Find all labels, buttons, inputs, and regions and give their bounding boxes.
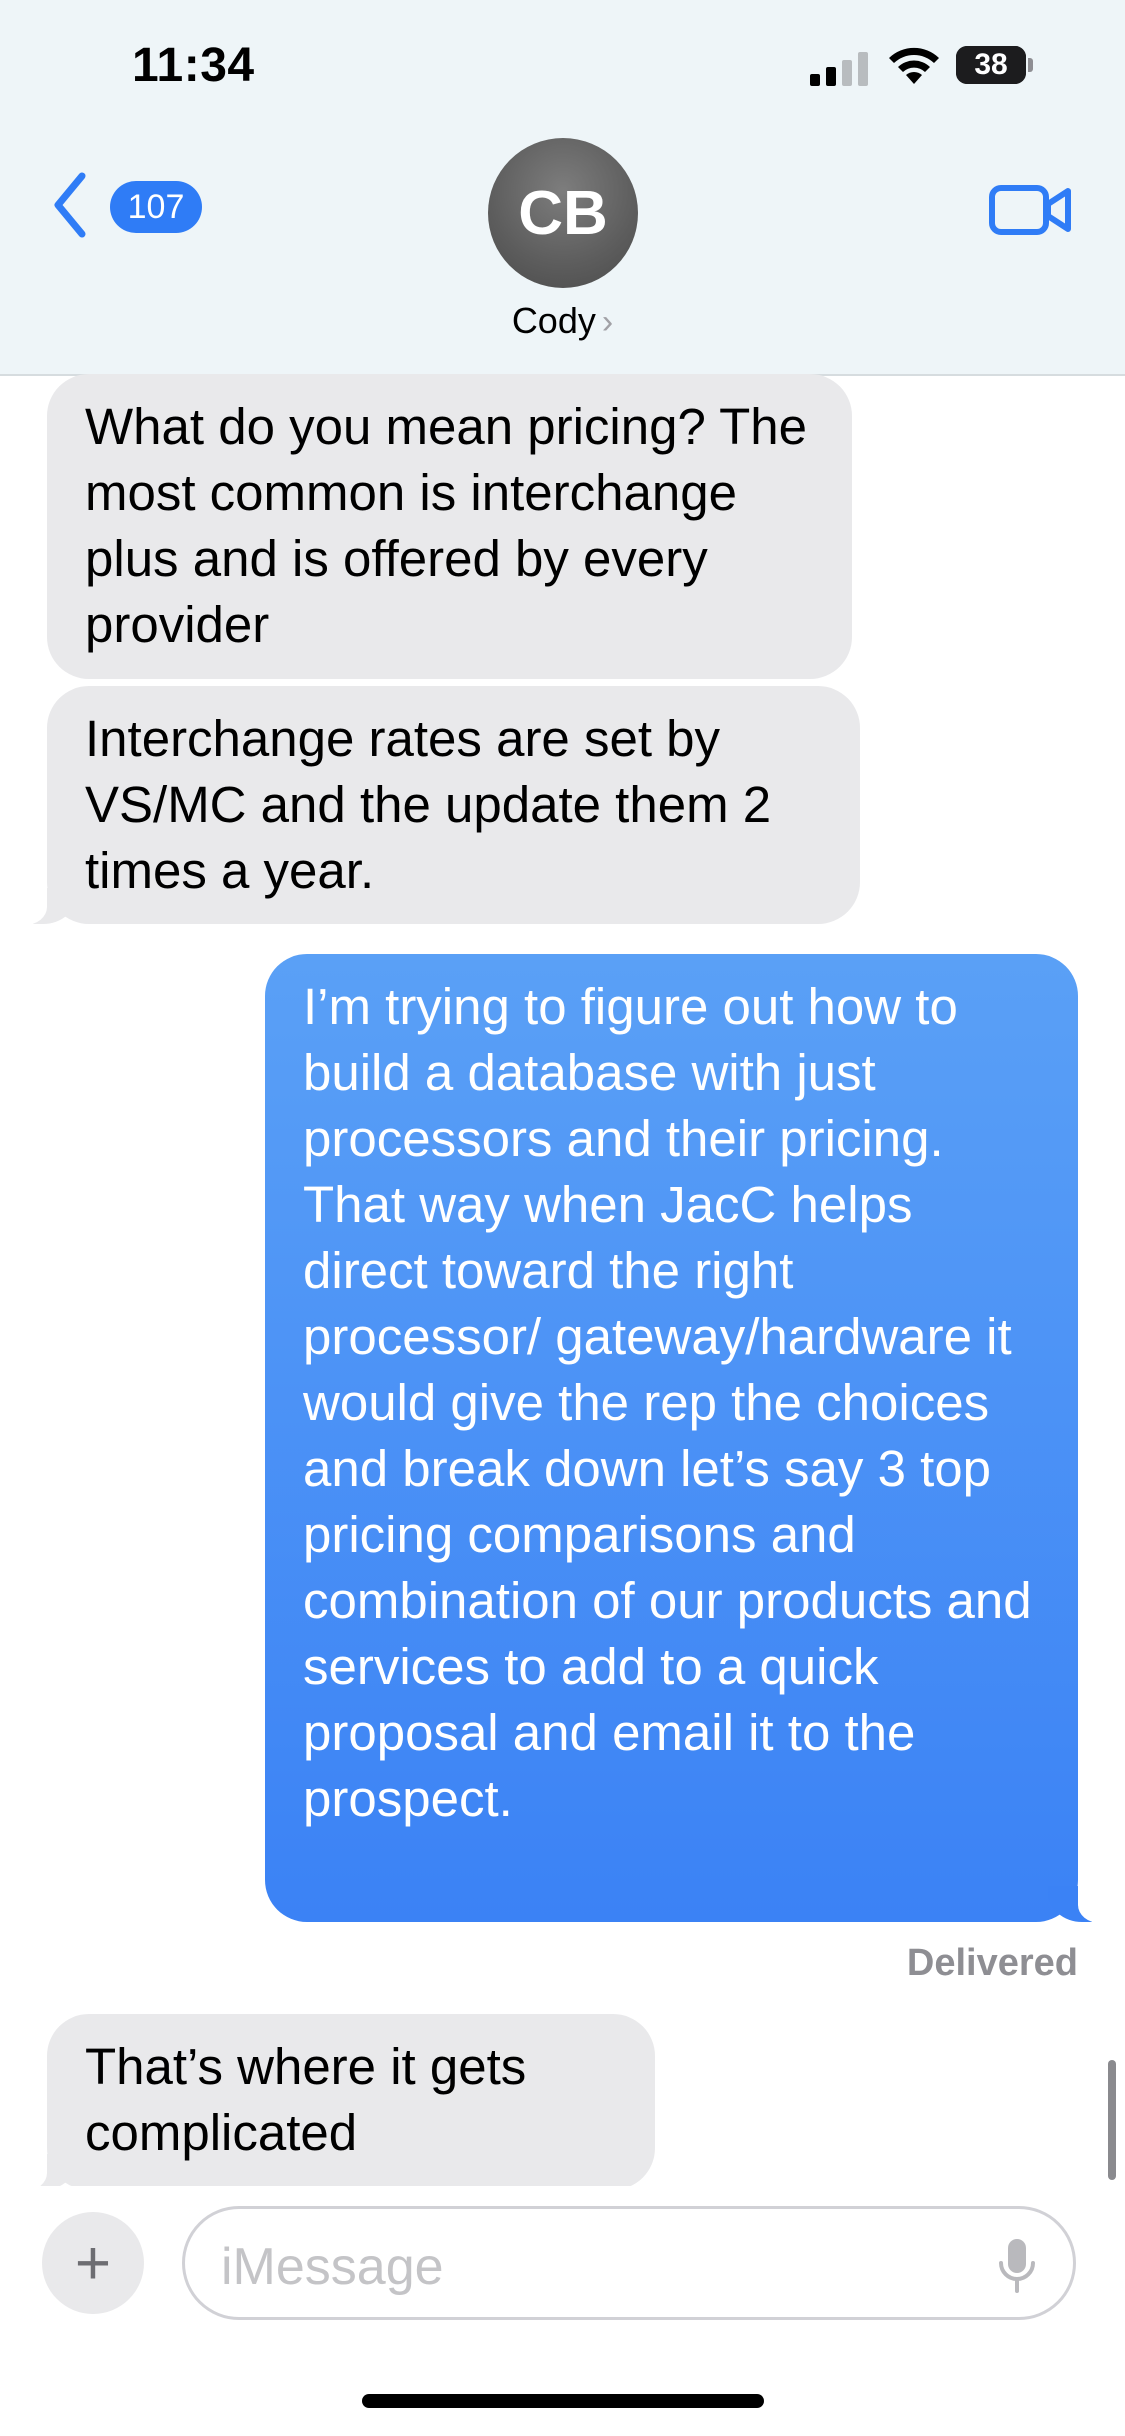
wifi-icon [889,47,939,84]
message-text: Interchange rates are set by VS/MC and t… [85,710,772,899]
message-text: I’m trying to figure out how to build a … [303,978,1032,1827]
message-bubble-sent[interactable]: I’m trying to figure out how to build a … [265,954,1104,1923]
imessage-placeholder: iMessage [221,2238,444,2296]
status-time: 11:34 [132,39,255,92]
unread-count-badge[interactable]: 107 [110,181,202,233]
delivery-status: Delivered [906,1942,1078,1984]
battery-cap [1028,58,1033,72]
contact-name-row[interactable]: Cody › [0,300,1125,342]
message-bubble-received[interactable]: What do you mean pricing? The most commo… [47,374,852,679]
imessage-input[interactable]: iMessage [182,2206,1076,2320]
battery-body: 38 [956,46,1026,84]
microphone-icon[interactable] [997,2237,1037,2295]
battery-level: 38 [974,48,1008,81]
scroll-indicator[interactable] [1108,2060,1116,2180]
chevron-right-icon: › [601,303,614,341]
contact-name[interactable]: Cody [512,300,596,341]
status-bar: 11:34 38 [0,0,1125,130]
conversation-header: 107 CB Cody › [0,130,1125,376]
message-text: That’s where it gets complicated [85,2038,527,2161]
message-bubble-received[interactable]: Interchange rates are set by VS/MC and t… [21,686,860,925]
facetime-video-icon[interactable] [988,182,1074,238]
message-composer: + iMessage [0,2186,1125,2326]
back-chevron-icon[interactable] [50,170,90,240]
message-text: What do you mean pricing? The most commo… [85,398,807,653]
battery-icon: 38 [956,46,1034,84]
home-indicator[interactable] [362,2394,764,2408]
cellular-signal-icon [810,52,868,86]
message-bubble-received[interactable]: That’s where it gets complicated [21,2014,655,2191]
add-attachment-button[interactable]: + [42,2212,144,2314]
contact-avatar[interactable]: CB [488,138,638,288]
